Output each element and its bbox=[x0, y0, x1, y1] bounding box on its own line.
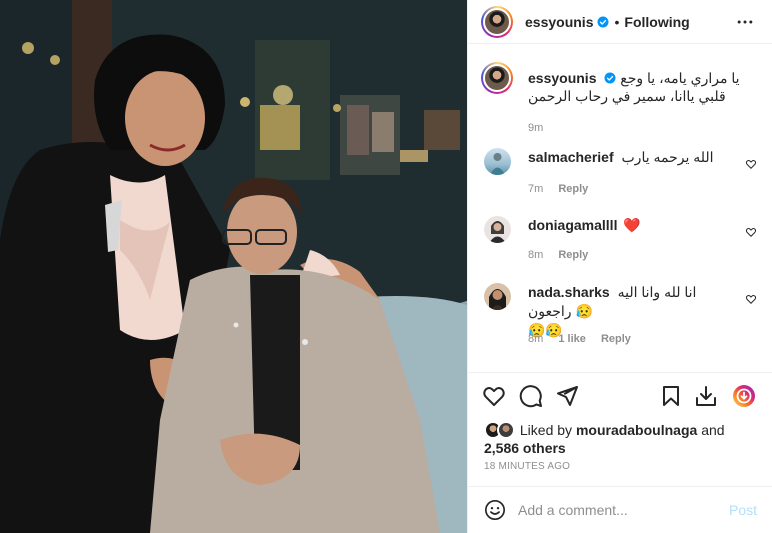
comment-input[interactable] bbox=[518, 499, 718, 521]
liked-by-prefix: Liked by bbox=[519, 422, 573, 438]
author-info: essyounis • Following bbox=[525, 14, 690, 30]
comment-body: الله يرحمه يارب bbox=[621, 149, 714, 165]
liker-avatars[interactable] bbox=[484, 421, 516, 439]
comment-time: 8m bbox=[528, 333, 544, 345]
verified-badge-icon bbox=[604, 72, 616, 84]
comment-meta: 8m Reply bbox=[528, 249, 588, 261]
post-timestamp: 18 MINUTES AGO bbox=[484, 461, 571, 472]
more-horizontal-icon[interactable] bbox=[735, 12, 755, 32]
caption-avatar[interactable] bbox=[481, 62, 513, 94]
caption-text-block: essyounis يا مراري يامه، يا وجع قلبي ياا… bbox=[528, 69, 756, 137]
liked-by-and: and bbox=[701, 422, 725, 438]
like-comment-heart-icon[interactable] bbox=[745, 293, 757, 305]
caption-username[interactable]: essyounis bbox=[528, 70, 596, 86]
comment-time: 8m bbox=[528, 249, 544, 261]
emoji-icon[interactable] bbox=[484, 499, 506, 521]
post-photo[interactable] bbox=[0, 0, 467, 533]
like-comment-heart-icon[interactable] bbox=[745, 226, 757, 238]
comment-text-block: doniagamallll ❤️ bbox=[528, 216, 728, 235]
author-avatar[interactable] bbox=[481, 5, 513, 38]
share-icon[interactable] bbox=[555, 384, 579, 408]
caption-meta: 9m bbox=[528, 119, 756, 137]
commenter-avatar[interactable] bbox=[484, 216, 511, 243]
liked-by-others[interactable]: 2,586 others bbox=[484, 440, 566, 456]
liked-by-summary: Liked by mouradaboulnaga and 2,586 other… bbox=[484, 421, 764, 457]
heart-icon[interactable] bbox=[482, 384, 506, 408]
extension-icon[interactable] bbox=[732, 384, 756, 408]
header-separator: • bbox=[614, 13, 620, 30]
add-comment-bar: Post bbox=[468, 486, 772, 533]
post-side-panel: essyounis • Following essyounis يا مراري… bbox=[467, 0, 772, 533]
comment-text-block: nada.sharks انا لله وانا اليه راجعون 😥 😥… bbox=[528, 283, 738, 340]
like-comment-heart-icon[interactable] bbox=[745, 158, 757, 170]
caption-time: 9m bbox=[528, 122, 544, 134]
following-button[interactable]: Following bbox=[624, 14, 689, 30]
post-action-bar bbox=[468, 372, 772, 416]
author-username[interactable]: essyounis bbox=[525, 14, 593, 30]
download-icon[interactable] bbox=[694, 384, 718, 408]
comment-text-block: salmacherief الله يرحمه يارب bbox=[528, 148, 728, 167]
commenter-avatar[interactable] bbox=[484, 283, 511, 310]
comment-body: ❤️ bbox=[623, 217, 641, 233]
reply-button[interactable]: Reply bbox=[558, 249, 588, 261]
post-header: essyounis • Following bbox=[468, 0, 772, 44]
comments-list: essyounis يا مراري يامه، يا وجع قلبي ياا… bbox=[468, 58, 772, 345]
reply-button[interactable]: Reply bbox=[601, 333, 631, 345]
comment-like-count[interactable]: 1 like bbox=[558, 333, 586, 345]
verified-badge-icon bbox=[597, 16, 609, 27]
comment-meta: 8m 1 like Reply bbox=[528, 333, 631, 345]
comment-username[interactable]: salmacherief bbox=[528, 149, 614, 165]
commenter-avatar[interactable] bbox=[484, 148, 511, 175]
post-comment-button[interactable]: Post bbox=[729, 502, 757, 518]
bookmark-icon[interactable] bbox=[659, 384, 683, 408]
liked-by-user[interactable]: mouradaboulnaga bbox=[576, 422, 697, 438]
reply-button[interactable]: Reply bbox=[558, 183, 588, 195]
comment-username[interactable]: doniagamallll bbox=[528, 217, 617, 233]
photo-illustration bbox=[0, 0, 467, 533]
caption-row: essyounis يا مراري يامه، يا وجع قلبي ياا… bbox=[468, 58, 772, 136]
comment-username[interactable]: nada.sharks bbox=[528, 284, 610, 300]
comment-meta: 7m Reply bbox=[528, 183, 588, 195]
comment-icon[interactable] bbox=[519, 384, 543, 408]
comment-time: 7m bbox=[528, 183, 544, 195]
